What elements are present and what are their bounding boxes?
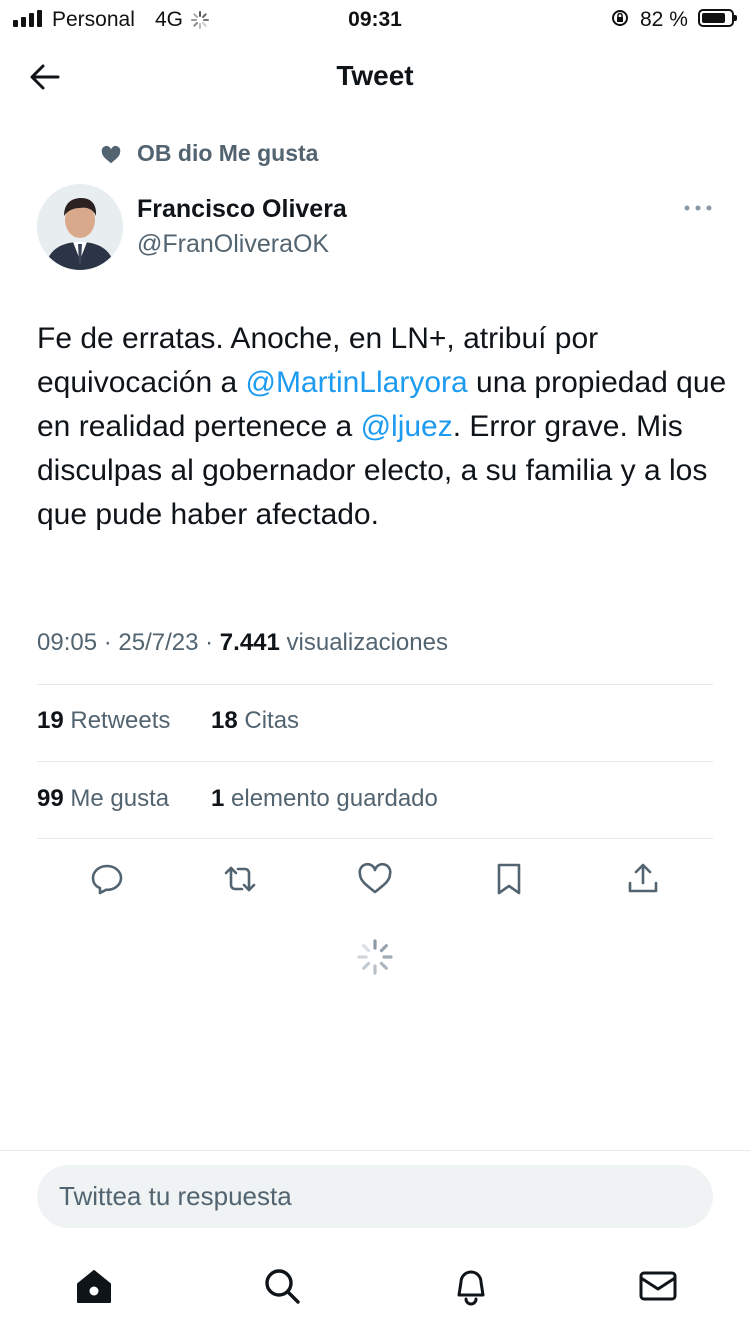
reply-icon (91, 864, 123, 895)
messages-icon (639, 1271, 677, 1301)
quotes-count: 18 (211, 707, 238, 734)
retweet-icon (224, 866, 256, 892)
quotes-label: Citas (244, 707, 300, 734)
search-icon (265, 1269, 300, 1304)
nav-notifications[interactable] (449, 1264, 493, 1308)
reply-input[interactable] (37, 1165, 659, 1228)
home-icon (77, 1270, 111, 1303)
likes-count: 99 (37, 785, 64, 812)
battery-icon (698, 9, 737, 27)
tweet-meta: 09:05 · 25/7/23 · 7.441 visualizaciones (37, 629, 448, 656)
like-button[interactable] (357, 861, 393, 897)
divider (37, 838, 713, 839)
status-time: 09:31 (348, 8, 402, 31)
divider (37, 761, 713, 762)
likes-stat[interactable]: 99 Me gusta (37, 785, 169, 813)
tweet-time: 09:05 (37, 629, 98, 656)
bookmark-button[interactable] (491, 861, 527, 897)
tweet-date: 25/7/23 (118, 629, 199, 656)
liked-by-label[interactable]: OB dio Me gusta (137, 140, 318, 167)
battery-percent: 82 % (640, 8, 688, 31)
person-avatar-icon (37, 184, 123, 270)
page-title: Tweet (336, 60, 414, 91)
reply-button[interactable] (89, 861, 125, 897)
mention-link[interactable]: @ljuez (361, 410, 453, 443)
nav-home[interactable] (72, 1264, 116, 1308)
reply-composer[interactable] (37, 1165, 713, 1228)
divider (0, 1150, 750, 1151)
divider (37, 684, 713, 685)
views-label: visualizaciones (286, 629, 448, 656)
share-icon (628, 863, 658, 893)
share-button[interactable] (625, 861, 661, 897)
status-bar: Personal 4G 09:31 82 % (0, 0, 750, 40)
notifications-icon (457, 1270, 485, 1306)
nav-messages[interactable] (636, 1264, 680, 1308)
orientation-lock-icon (612, 10, 628, 26)
retweets-label: Retweets (70, 707, 171, 734)
loading-spinner-icon (357, 939, 393, 975)
bookmark-icon (497, 863, 521, 895)
author-name[interactable]: Francisco Olivera (137, 195, 347, 224)
more-horizontal-icon[interactable] (683, 203, 713, 213)
like-icon (358, 862, 392, 894)
nav-search[interactable] (260, 1264, 304, 1308)
tweet-text: Fe de erratas. Anoche, en LN+, atribuí p… (37, 317, 727, 537)
retweets-stat[interactable]: 19 Retweets (37, 707, 170, 735)
heart-filled-icon (101, 145, 121, 164)
bookmarks-count: 1 (211, 785, 225, 812)
mention-link[interactable]: @MartinLlaryora (245, 366, 467, 399)
retweet-button[interactable] (222, 861, 258, 897)
author-avatar[interactable] (37, 184, 123, 270)
views-count: 7.441 (219, 629, 280, 656)
bookmarks-stat[interactable]: 1 elemento guardado (211, 785, 438, 813)
author-handle[interactable]: @FranOliveraOK (137, 230, 329, 259)
quotes-stat[interactable]: 18 Citas (211, 707, 299, 735)
bookmarks-label: elemento guardado (231, 785, 438, 812)
retweets-count: 19 (37, 707, 64, 734)
likes-label: Me gusta (70, 785, 170, 812)
